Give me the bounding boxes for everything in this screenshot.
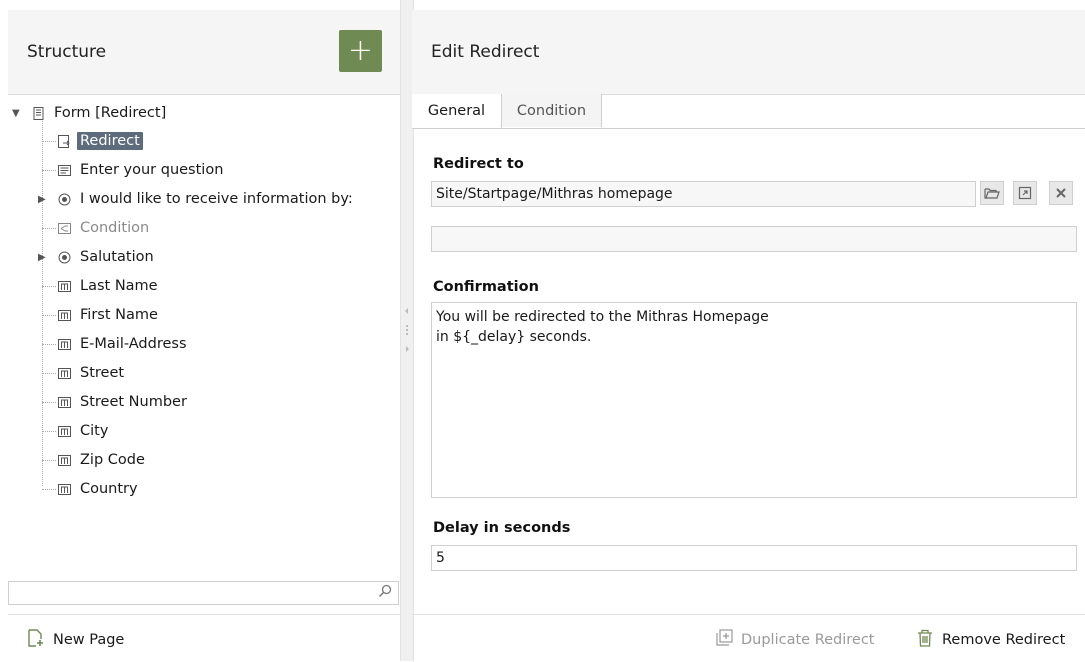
tree-search-input[interactable]	[8, 581, 399, 605]
tree-item-redirect[interactable]: Redirect	[42, 128, 143, 154]
tree-item-last-name[interactable]: Last Name	[42, 273, 161, 299]
duplicate-label: Duplicate Redirect	[741, 631, 875, 648]
tree-item-label: Enter your question	[80, 162, 224, 178]
trash-icon	[917, 629, 933, 651]
tree-item-zip-code[interactable]: Zip Code	[42, 447, 148, 473]
edit-header: Edit Redirect	[412, 10, 1085, 95]
textarea-icon	[58, 164, 71, 177]
search-icon[interactable]	[378, 584, 392, 602]
tab-condition[interactable]: Condition	[502, 94, 602, 127]
tree-item-label: Last Name	[80, 278, 158, 294]
secondary-field[interactable]	[431, 226, 1077, 252]
structure-header: Structure +	[8, 10, 400, 95]
tree-item-label: First Name	[80, 307, 158, 323]
form-icon	[32, 106, 45, 120]
tree-item-label: Salutation	[80, 249, 154, 265]
tree-item-label: Street	[80, 365, 125, 381]
textfield-icon	[58, 425, 71, 438]
tree-item-label: Street Number	[80, 394, 187, 410]
textfield-icon	[58, 396, 71, 409]
radio-icon	[58, 193, 71, 206]
redirect-to-value: Site/Startpage/Mithras homepage	[436, 186, 673, 202]
folder-icon	[984, 188, 1000, 199]
textfield-icon	[58, 280, 71, 293]
textfield-icon	[58, 454, 71, 467]
link-icon	[1018, 186, 1032, 200]
redirect-to-field[interactable]: Site/Startpage/Mithras homepage	[431, 181, 976, 207]
new-page-icon	[28, 629, 44, 651]
duplicate-icon	[716, 629, 733, 650]
tree-item-city[interactable]: City	[42, 418, 111, 444]
textfield-icon	[58, 483, 71, 496]
close-icon	[1056, 188, 1066, 198]
structure-title: Structure	[27, 42, 107, 62]
tree-item-label: Condition	[80, 220, 150, 236]
open-link-button[interactable]	[1013, 181, 1037, 205]
tree-root-label: Form [Redirect]	[54, 105, 167, 121]
tree-item-street[interactable]: Street	[42, 360, 127, 386]
tree-item-first-name[interactable]: First Name	[42, 302, 161, 328]
textfield-icon	[58, 338, 71, 351]
tree-item-label: City	[80, 423, 109, 439]
redirect-to-label: Redirect to	[433, 156, 524, 172]
tree-item-label: E-Mail-Address	[80, 336, 187, 352]
browse-folder-button[interactable]	[980, 181, 1004, 205]
edit-panel: Edit Redirect General Condition Redirect…	[412, 0, 1085, 661]
clear-button[interactable]	[1049, 181, 1073, 205]
radio-icon	[58, 251, 71, 264]
tree-root[interactable]: ▼ Form [Redirect]	[12, 100, 169, 126]
tree-item-information[interactable]: ▶ I would like to receive information by…	[38, 186, 356, 212]
confirmation-label: Confirmation	[433, 279, 539, 295]
remove-redirect-button[interactable]: Remove Redirect	[917, 629, 1065, 651]
edit-footer: Duplicate Redirect Remove Redirect	[412, 614, 1085, 662]
delay-label: Delay in seconds	[433, 520, 571, 536]
confirmation-textarea[interactable]: You will be redirected to the Mithras Ho…	[431, 302, 1077, 498]
tree-item-label: Redirect	[77, 132, 143, 150]
structure-footer: New Page	[8, 614, 400, 662]
textfield-icon	[58, 309, 71, 322]
tab-bar: General Condition	[412, 94, 1085, 129]
collapsed-arrow-icon[interactable]: ▶	[38, 252, 52, 263]
expand-arrow-icon[interactable]: ▼	[12, 108, 24, 119]
tree-item-condition[interactable]: Condition	[42, 215, 152, 241]
remove-label: Remove Redirect	[942, 632, 1066, 648]
tree-item-label: Country	[80, 481, 138, 497]
structure-panel: Structure + ▼ Form [Redirect] Redirect E…	[0, 0, 400, 662]
delay-input[interactable]: 5	[431, 545, 1077, 571]
new-page-button[interactable]: New Page	[28, 629, 124, 651]
tree-item-label: I would like to receive information by:	[80, 191, 353, 207]
collapsed-arrow-icon[interactable]: ▶	[38, 194, 52, 205]
tree-item-salutation[interactable]: ▶ Salutation	[38, 244, 157, 270]
tree-item-country[interactable]: Country	[42, 476, 141, 502]
redirect-icon	[58, 134, 71, 148]
tree-item-email[interactable]: E-Mail-Address	[42, 331, 190, 357]
new-page-label: New Page	[53, 632, 125, 648]
tree-item-question[interactable]: Enter your question	[42, 157, 226, 183]
tree-item-label: Zip Code	[80, 452, 145, 468]
tab-general[interactable]: General	[412, 94, 502, 128]
duplicate-redirect-button[interactable]: Duplicate Redirect	[716, 629, 875, 650]
plus-icon: +	[347, 33, 374, 68]
condition-icon	[58, 222, 71, 235]
add-button[interactable]: +	[339, 30, 382, 72]
tree-item-street-number[interactable]: Street Number	[42, 389, 190, 415]
edit-title: Edit Redirect	[431, 42, 540, 62]
delay-value: 5	[436, 550, 445, 566]
textfield-icon	[58, 367, 71, 380]
